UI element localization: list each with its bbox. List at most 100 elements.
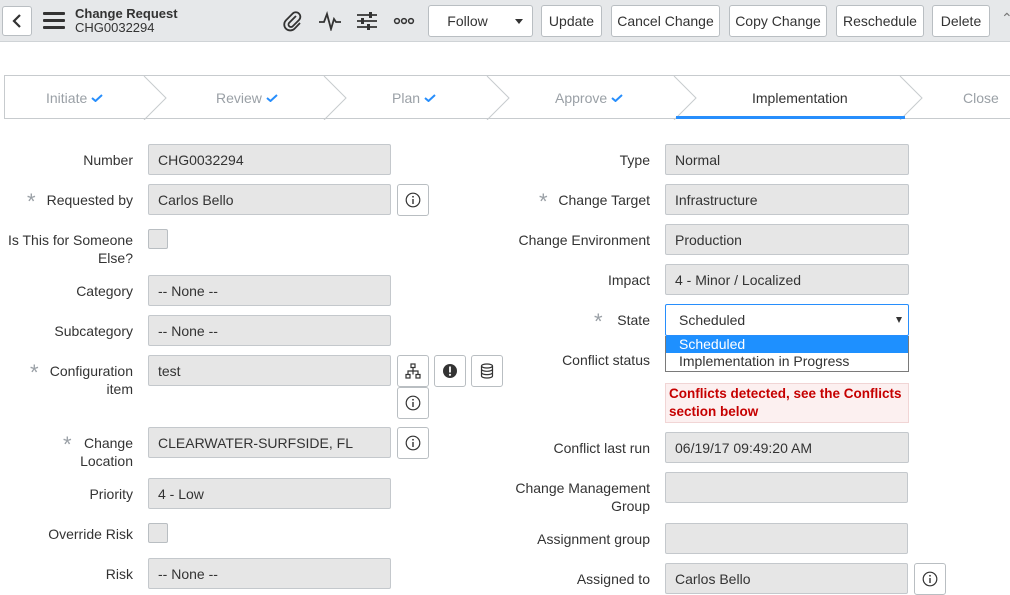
change-management-group-label: Change Management Group (515, 480, 650, 514)
check-icon (424, 94, 436, 102)
state-select[interactable]: Scheduled (665, 304, 909, 336)
process-flow: Initiate Review Plan Approve Implementat… (4, 75, 1010, 120)
ci-database-button[interactable] (471, 355, 503, 387)
change-location-info-button[interactable] (397, 427, 429, 459)
back-button[interactable] (2, 6, 32, 36)
active-stage-indicator (676, 116, 905, 119)
required-marker: * (594, 309, 603, 334)
required-marker: * (539, 189, 548, 214)
delete-button[interactable]: Delete (932, 5, 990, 37)
conflict-last-run-label: Conflict last run (553, 440, 650, 456)
hierarchy-icon (405, 363, 421, 379)
conflict-status-message: Conflicts detected, see the Conflicts sec… (665, 383, 909, 423)
follow-dropdown-button[interactable] (506, 5, 533, 37)
number-label: Number (83, 152, 133, 168)
check-icon (611, 94, 623, 102)
state-option-scheduled[interactable]: Scheduled (666, 336, 908, 353)
change-location-field[interactable]: CLEARWATER-SURFSIDE, FL (148, 427, 391, 458)
risk-select[interactable]: -- None -- (148, 558, 391, 589)
form-title: Change Request (75, 6, 178, 21)
record-number: CHG0032294 (75, 20, 155, 35)
info-icon (405, 395, 421, 411)
scroll-chevron-icon[interactable]: ⌃ (1001, 10, 1010, 27)
change-environment-label: Change Environment (518, 232, 650, 248)
chevron-left-icon (12, 14, 21, 28)
change-environment-field[interactable]: Production (665, 224, 909, 255)
number-field[interactable]: CHG0032294 (148, 144, 391, 175)
stage-review: Review (216, 90, 278, 106)
required-marker: * (27, 189, 36, 214)
category-label: Category (76, 283, 133, 299)
stage-separator (486, 76, 510, 120)
change-location-label: Change Location (80, 435, 133, 469)
impact-label: Impact (607, 272, 650, 288)
requested-by-label: Requested by (46, 192, 133, 208)
activity-icon[interactable] (318, 9, 342, 33)
update-button[interactable]: Update (541, 5, 602, 37)
stage-separator (143, 76, 167, 120)
stage-separator (673, 76, 697, 120)
info-icon (922, 571, 938, 587)
show-dependency-map-button[interactable] (397, 355, 429, 387)
subcategory-select[interactable]: -- None -- (148, 315, 391, 346)
conflict-last-run-field[interactable]: 06/19/17 09:49:20 AM (665, 432, 909, 463)
subcategory-label: Subcategory (54, 323, 133, 339)
state-selected-value: Scheduled (679, 312, 746, 328)
info-icon (405, 435, 421, 451)
caret-down-icon (515, 18, 523, 24)
info-icon (405, 192, 421, 208)
form-header: Change Request CHG0032294 Follow Update … (0, 0, 1010, 42)
conflict-status-label: Conflict status (562, 352, 650, 368)
override-risk-checkbox[interactable] (148, 523, 168, 543)
copy-change-button[interactable]: Copy Change (729, 5, 827, 37)
stage-plan: Plan (392, 90, 436, 106)
caret-down-icon (896, 317, 902, 323)
for-someone-else-checkbox[interactable] (148, 229, 168, 249)
check-icon (266, 94, 278, 102)
assigned-to-label: Assigned to (576, 571, 650, 587)
database-icon (480, 363, 494, 379)
cancel-change-button[interactable]: Cancel Change (611, 5, 720, 37)
type-field[interactable]: Normal (665, 144, 909, 175)
priority-field[interactable]: 4 - Low (148, 478, 391, 509)
settings-icon[interactable] (355, 9, 379, 33)
configuration-item-label: Configuration item (49, 363, 133, 397)
change-target-label: Change Target (558, 192, 650, 208)
stage-separator (899, 76, 923, 120)
state-label: State (617, 312, 650, 328)
type-label: Type (619, 152, 650, 168)
state-dropdown-list: Scheduled Implementation in Progress (665, 336, 909, 372)
change-target-field[interactable]: Infrastructure (665, 184, 909, 215)
risk-label: Risk (105, 566, 133, 582)
follow-button[interactable]: Follow (428, 5, 507, 37)
reschedule-button[interactable]: Reschedule (836, 5, 924, 37)
stage-separator (323, 76, 347, 120)
more-icon[interactable] (392, 9, 416, 33)
change-management-group-field[interactable] (665, 472, 908, 503)
required-marker: * (30, 360, 39, 385)
requested-by-info-button[interactable] (397, 184, 429, 216)
assignment-group-field[interactable] (665, 523, 908, 554)
category-select[interactable]: -- None -- (148, 275, 391, 306)
requested-by-field[interactable]: Carlos Bello (148, 184, 391, 215)
priority-label: Priority (89, 486, 133, 502)
stage-approve: Approve (555, 90, 623, 106)
menu-icon[interactable] (43, 12, 65, 30)
stage-implementation: Implementation (752, 90, 848, 106)
business-service-alert-button[interactable] (434, 355, 466, 387)
stage-close: Close (963, 90, 999, 106)
stage-initiate: Initiate (46, 90, 103, 106)
configuration-item-info-button[interactable] (397, 387, 429, 419)
configuration-item-field[interactable]: test (148, 355, 391, 386)
override-risk-label: Override Risk (48, 526, 133, 542)
required-marker: * (63, 432, 72, 457)
paperclip-icon[interactable] (280, 9, 304, 33)
alert-icon (443, 364, 457, 378)
state-option-implementation-in-progress[interactable]: Implementation in Progress (666, 353, 908, 370)
assigned-to-field[interactable]: Carlos Bello (665, 563, 908, 594)
impact-field[interactable]: 4 - Minor / Localized (665, 264, 909, 295)
for-someone-else-label: Is This for Someone Else? (7, 232, 133, 266)
check-icon (91, 94, 103, 102)
assigned-to-info-button[interactable] (914, 563, 946, 595)
assignment-group-label: Assignment group (537, 531, 650, 547)
